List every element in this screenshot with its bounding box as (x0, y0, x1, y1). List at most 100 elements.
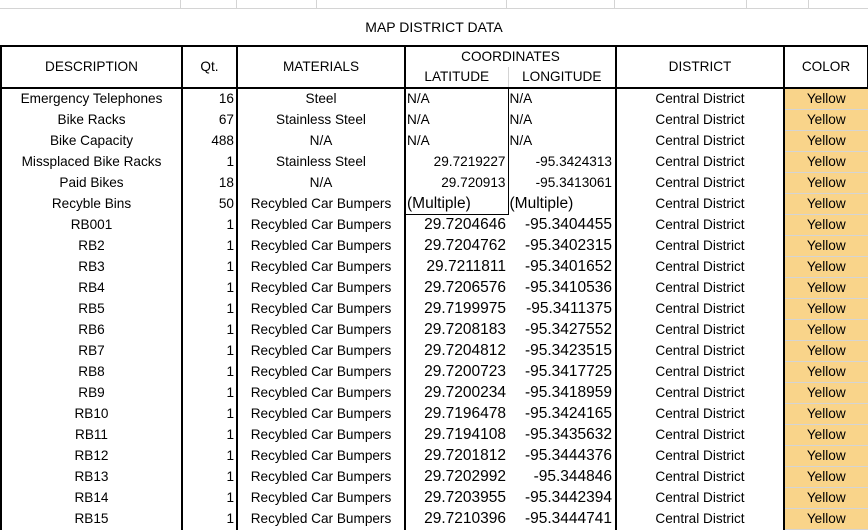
longitude-cell[interactable]: -95.3424313 (508, 151, 617, 173)
latitude-cell[interactable]: (Multiple) (405, 193, 509, 215)
materials-cell[interactable]: Recybled Car Bumpers (237, 445, 406, 467)
latitude-cell[interactable]: 29.7194108 (405, 425, 508, 446)
materials-cell[interactable]: Stainless Steel (237, 109, 406, 131)
latitude-cell[interactable]: 29.7219227 (405, 151, 509, 173)
color-cell[interactable]: Yellow (784, 361, 868, 383)
qty-cell[interactable]: 488 (182, 130, 238, 152)
qty-cell[interactable]: 1 (182, 445, 238, 467)
description-cell[interactable]: RB4 (0, 277, 183, 299)
materials-cell[interactable]: Recybled Car Bumpers (237, 277, 406, 299)
materials-cell[interactable]: Recybled Car Bumpers (237, 214, 406, 236)
district-cell[interactable]: Central District (616, 403, 785, 425)
color-cell[interactable]: Yellow (784, 340, 868, 362)
materials-cell[interactable]: Recybled Car Bumpers (237, 340, 406, 362)
latitude-cell[interactable]: N/A (405, 109, 509, 131)
longitude-cell[interactable]: -95.3417725 (508, 361, 617, 383)
qty-cell[interactable]: 16 (182, 88, 238, 110)
district-cell[interactable]: Central District (616, 298, 785, 320)
qty-cell[interactable]: 18 (182, 172, 238, 194)
description-cell[interactable]: RB8 (0, 361, 183, 383)
longitude-cell[interactable]: -95.3402315 (508, 235, 617, 257)
color-cell[interactable]: Yellow (784, 235, 868, 257)
materials-cell[interactable]: Recybled Car Bumpers (237, 235, 406, 257)
longitude-cell[interactable]: N/A (508, 88, 617, 110)
longitude-cell[interactable]: -95.3435632 (508, 424, 617, 446)
qty-cell[interactable]: 1 (182, 340, 238, 362)
color-cell[interactable]: Yellow (784, 172, 868, 194)
district-cell[interactable]: Central District (616, 340, 785, 362)
header-qty[interactable]: Qt. (181, 45, 238, 89)
color-cell[interactable]: Yellow (784, 214, 868, 236)
qty-cell[interactable]: 67 (182, 109, 238, 131)
district-cell[interactable]: Central District (616, 109, 785, 131)
longitude-cell[interactable]: -95.3404455 (508, 214, 617, 236)
color-cell[interactable]: Yellow (784, 319, 868, 341)
materials-cell[interactable]: Recybled Car Bumpers (237, 193, 406, 215)
color-cell[interactable]: Yellow (784, 445, 868, 467)
materials-cell[interactable]: Recybled Car Bumpers (237, 508, 406, 530)
qty-cell[interactable]: 1 (182, 508, 238, 530)
latitude-cell[interactable]: 29.7208183 (405, 320, 508, 341)
qty-cell[interactable]: 1 (182, 214, 238, 236)
header-latitude[interactable]: LATITUDE (404, 67, 509, 89)
qty-cell[interactable]: 1 (182, 403, 238, 425)
district-cell[interactable]: Central District (616, 235, 785, 257)
district-cell[interactable]: Central District (616, 319, 785, 341)
materials-cell[interactable]: N/A (237, 130, 406, 152)
district-cell[interactable]: Central District (616, 193, 785, 215)
qty-cell[interactable]: 1 (182, 298, 238, 320)
district-cell[interactable]: Central District (616, 424, 785, 446)
color-cell[interactable]: Yellow (784, 109, 868, 131)
materials-cell[interactable]: N/A (237, 172, 406, 194)
description-cell[interactable]: Emergency Telephones (0, 88, 183, 110)
qty-cell[interactable]: 1 (182, 277, 238, 299)
district-cell[interactable]: Central District (616, 382, 785, 404)
latitude-cell[interactable]: 29.7200723 (405, 362, 508, 383)
latitude-cell[interactable]: 29.7202992 (405, 467, 508, 488)
description-cell[interactable]: Recyble Bins (0, 193, 183, 215)
latitude-cell[interactable]: 29.7204646 (405, 215, 508, 236)
description-cell[interactable]: RB6 (0, 319, 183, 341)
district-cell[interactable]: Central District (616, 508, 785, 530)
color-cell[interactable]: Yellow (784, 298, 868, 320)
materials-cell[interactable]: Stainless Steel (237, 151, 406, 173)
latitude-cell[interactable]: 29.7199975 (405, 299, 508, 320)
district-cell[interactable]: Central District (616, 445, 785, 467)
qty-cell[interactable]: 50 (182, 193, 238, 215)
latitude-cell[interactable]: 29.7201812 (405, 446, 508, 467)
longitude-cell[interactable]: -95.3427552 (508, 319, 617, 341)
longitude-cell[interactable]: -95.3424165 (508, 403, 617, 425)
description-cell[interactable]: Paid Bikes (0, 172, 183, 194)
description-cell[interactable]: RB10 (0, 403, 183, 425)
latitude-cell[interactable]: 29.7196478 (405, 404, 508, 425)
longitude-cell[interactable]: -95.3442394 (508, 487, 617, 509)
longitude-cell[interactable]: -95.3401652 (508, 256, 617, 278)
header-materials[interactable]: MATERIALS (236, 45, 406, 89)
color-cell[interactable]: Yellow (784, 277, 868, 299)
district-cell[interactable]: Central District (616, 361, 785, 383)
materials-cell[interactable]: Recybled Car Bumpers (237, 424, 406, 446)
materials-cell[interactable]: Recybled Car Bumpers (237, 319, 406, 341)
description-cell[interactable]: RB3 (0, 256, 183, 278)
color-cell[interactable]: Yellow (784, 382, 868, 404)
district-cell[interactable]: Central District (616, 172, 785, 194)
color-cell[interactable]: Yellow (784, 424, 868, 446)
materials-cell[interactable]: Recybled Car Bumpers (237, 403, 406, 425)
description-cell[interactable]: RB12 (0, 445, 183, 467)
latitude-cell[interactable]: N/A (405, 88, 509, 110)
longitude-cell[interactable]: -95.3444741 (508, 508, 617, 530)
description-cell[interactable]: RB7 (0, 340, 183, 362)
materials-cell[interactable]: Recybled Car Bumpers (237, 361, 406, 383)
latitude-cell[interactable]: 29.7203955 (405, 488, 508, 509)
header-color[interactable]: COLOR (783, 45, 868, 89)
header-description[interactable]: DESCRIPTION (0, 45, 183, 89)
materials-cell[interactable]: Recybled Car Bumpers (237, 382, 406, 404)
qty-cell[interactable]: 1 (182, 151, 238, 173)
district-cell[interactable]: Central District (616, 88, 785, 110)
qty-cell[interactable]: 1 (182, 466, 238, 488)
qty-cell[interactable]: 1 (182, 382, 238, 404)
latitude-cell[interactable]: 29.720913 (405, 172, 509, 194)
qty-cell[interactable]: 1 (182, 361, 238, 383)
description-cell[interactable]: Bike Racks (0, 109, 183, 131)
qty-cell[interactable]: 1 (182, 235, 238, 257)
